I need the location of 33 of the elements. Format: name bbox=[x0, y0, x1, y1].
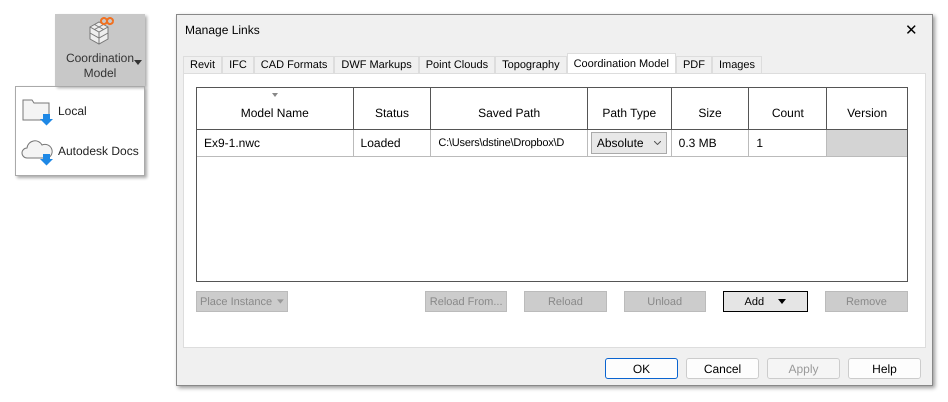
dropdown-button[interactable]: Add bbox=[722, 291, 808, 312]
table-cell: Loaded bbox=[360, 136, 401, 150]
tab[interactable]: Images bbox=[712, 56, 762, 73]
column-header[interactable]: Size bbox=[672, 88, 750, 129]
column-header[interactable]: Model Name bbox=[197, 88, 354, 129]
menu-item[interactable]: Autodesk Docs bbox=[16, 131, 144, 171]
close-button[interactable]: ✕ bbox=[903, 21, 920, 39]
column-header[interactable]: Count bbox=[749, 88, 828, 129]
tab[interactable]: Revit bbox=[183, 56, 222, 73]
tab[interactable]: Coordination Model bbox=[566, 53, 676, 73]
tab[interactable]: DWF Markups bbox=[334, 56, 419, 73]
menu-item[interactable]: Local bbox=[16, 91, 144, 131]
table-cell: Ex9-1.nwc bbox=[204, 136, 260, 150]
column-header[interactable]: Path Type bbox=[588, 88, 672, 129]
table-cell: 0.3 MB bbox=[678, 136, 717, 150]
ribbon-button[interactable]: Coordination Model bbox=[55, 14, 145, 86]
dialog-button[interactable]: OK bbox=[605, 358, 678, 379]
tab[interactable]: Point Clouds bbox=[418, 56, 496, 73]
dialog-button[interactable]: Help bbox=[848, 358, 921, 379]
ribbon-label: Coordination Model bbox=[65, 51, 135, 81]
table-cell: 1 bbox=[756, 136, 764, 150]
tab[interactable]: IFC bbox=[222, 56, 254, 73]
tab[interactable]: PDF bbox=[676, 56, 712, 73]
window-title: Manage Links bbox=[185, 23, 260, 37]
tab[interactable]: Topography bbox=[495, 56, 567, 73]
table-row[interactable]: Ex9-1.nwc Loaded C:\Users\dstine\Dropbox\D Absolute 0.3 MB 1 bbox=[197, 130, 907, 157]
column-header[interactable]: Status bbox=[354, 88, 432, 129]
table-cell: C:\Users\dstine\Dropbox\D bbox=[438, 137, 564, 149]
path-type-dropdown[interactable]: Absolute bbox=[590, 132, 667, 154]
dialog-button[interactable]: Cancel bbox=[686, 358, 759, 379]
column-header[interactable]: Saved Path bbox=[431, 88, 588, 129]
column-header[interactable]: Version bbox=[827, 88, 907, 129]
tab[interactable]: CAD Formats bbox=[254, 56, 334, 73]
